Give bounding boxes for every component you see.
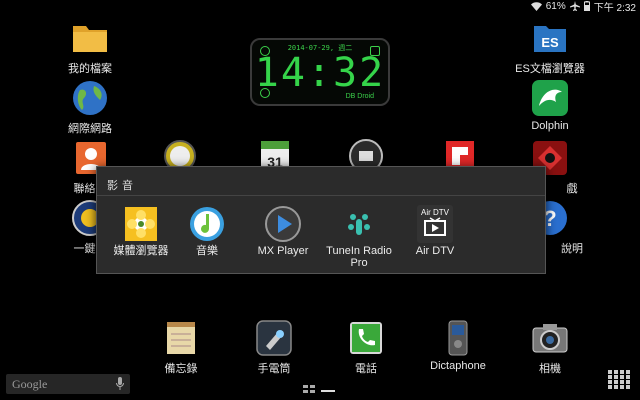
app-dolphin[interactable]: Dolphin bbox=[510, 78, 590, 132]
microphone-icon[interactable] bbox=[116, 377, 124, 395]
folder-divider bbox=[97, 195, 545, 196]
memo-icon bbox=[161, 318, 201, 358]
clock-widget[interactable]: 2014-07-29, 週二 14:32 DB Droid bbox=[250, 38, 390, 106]
clock-brand: DB Droid bbox=[345, 93, 374, 100]
folder-title: 影音 bbox=[107, 180, 137, 192]
app-label: Air DTV bbox=[415, 245, 455, 257]
phone-icon bbox=[346, 318, 386, 358]
music-icon bbox=[187, 205, 227, 243]
status-time: 下午 2:32 bbox=[593, 2, 636, 14]
app-label: TuneIn Radio Pro bbox=[326, 245, 392, 269]
google-text: Google bbox=[12, 377, 48, 391]
svg-text:ES: ES bbox=[541, 35, 559, 50]
app-mx-player[interactable]: MX Player bbox=[245, 205, 321, 257]
folder-popup[interactable]: 影音 媒體瀏覽器 音樂 MX Player TuneIn Radio Pro A… bbox=[96, 166, 546, 274]
app-es-explorer[interactable]: ES ES文檔瀏覽器 bbox=[510, 18, 590, 76]
app-label: ES文檔瀏覽器 bbox=[515, 63, 585, 75]
globe-icon bbox=[70, 78, 110, 118]
google-search-bar[interactable]: Google bbox=[6, 374, 130, 394]
camera-icon bbox=[530, 318, 570, 358]
recorder-icon bbox=[438, 318, 478, 358]
app-label: 網際網路 bbox=[68, 123, 112, 135]
airplane-icon bbox=[569, 1, 580, 11]
app-label: Dolphin bbox=[531, 120, 569, 132]
battery-percent: 61% bbox=[545, 0, 566, 12]
app-dictaphone[interactable]: Dictaphone bbox=[418, 318, 498, 372]
app-label: 我的檔案 bbox=[68, 63, 112, 75]
app-label: 手電筒 bbox=[257, 363, 291, 375]
es-file-icon: ES bbox=[530, 18, 570, 58]
app-web[interactable]: 網際網路 bbox=[50, 78, 130, 136]
app-memo[interactable]: 備忘錄 bbox=[141, 318, 221, 376]
tunein-icon bbox=[339, 205, 379, 243]
app-air-dtv[interactable]: Air DTV Air DTV bbox=[397, 205, 473, 257]
app-label: 相機 bbox=[539, 363, 561, 375]
folder-icon bbox=[70, 18, 110, 58]
gallery-icon bbox=[121, 205, 161, 243]
app-label: Dictaphone bbox=[430, 360, 486, 372]
clock-time: 14:32 bbox=[254, 50, 386, 96]
all-apps-button[interactable] bbox=[608, 370, 630, 395]
dolphin-icon bbox=[530, 78, 570, 118]
app-flashlight[interactable]: 手電筒 bbox=[234, 318, 314, 376]
battery-icon bbox=[583, 1, 590, 11]
app-label: 媒體瀏覽器 bbox=[113, 245, 169, 257]
app-label: MX Player bbox=[257, 245, 309, 257]
page-indicator bbox=[303, 380, 335, 398]
app-media-browser[interactable]: 媒體瀏覽器 bbox=[103, 205, 179, 257]
app-label: 電話 bbox=[355, 363, 377, 375]
tv-icon: Air DTV bbox=[415, 205, 455, 243]
app-phone[interactable]: 電話 bbox=[326, 318, 406, 376]
play-icon bbox=[263, 205, 303, 243]
app-music[interactable]: 音樂 bbox=[169, 205, 245, 257]
app-my-files[interactable]: 我的檔案 bbox=[50, 18, 130, 76]
apps-grid-icon bbox=[608, 370, 630, 394]
status-icons: 61% 下午 2:32 bbox=[530, 0, 636, 14]
current-page-indicator bbox=[321, 380, 335, 398]
svg-text:Air DTV: Air DTV bbox=[421, 208, 450, 217]
pages-grid-icon[interactable] bbox=[303, 380, 315, 398]
app-camera[interactable]: 相機 bbox=[510, 318, 590, 376]
app-label: 音樂 bbox=[196, 245, 218, 257]
app-tunein[interactable]: TuneIn Radio Pro bbox=[321, 205, 397, 269]
status-bar: 61% 下午 2:32 bbox=[0, 0, 640, 14]
wifi-icon bbox=[530, 1, 542, 11]
app-label: 備忘錄 bbox=[164, 363, 198, 375]
flashlight-icon bbox=[254, 318, 294, 358]
